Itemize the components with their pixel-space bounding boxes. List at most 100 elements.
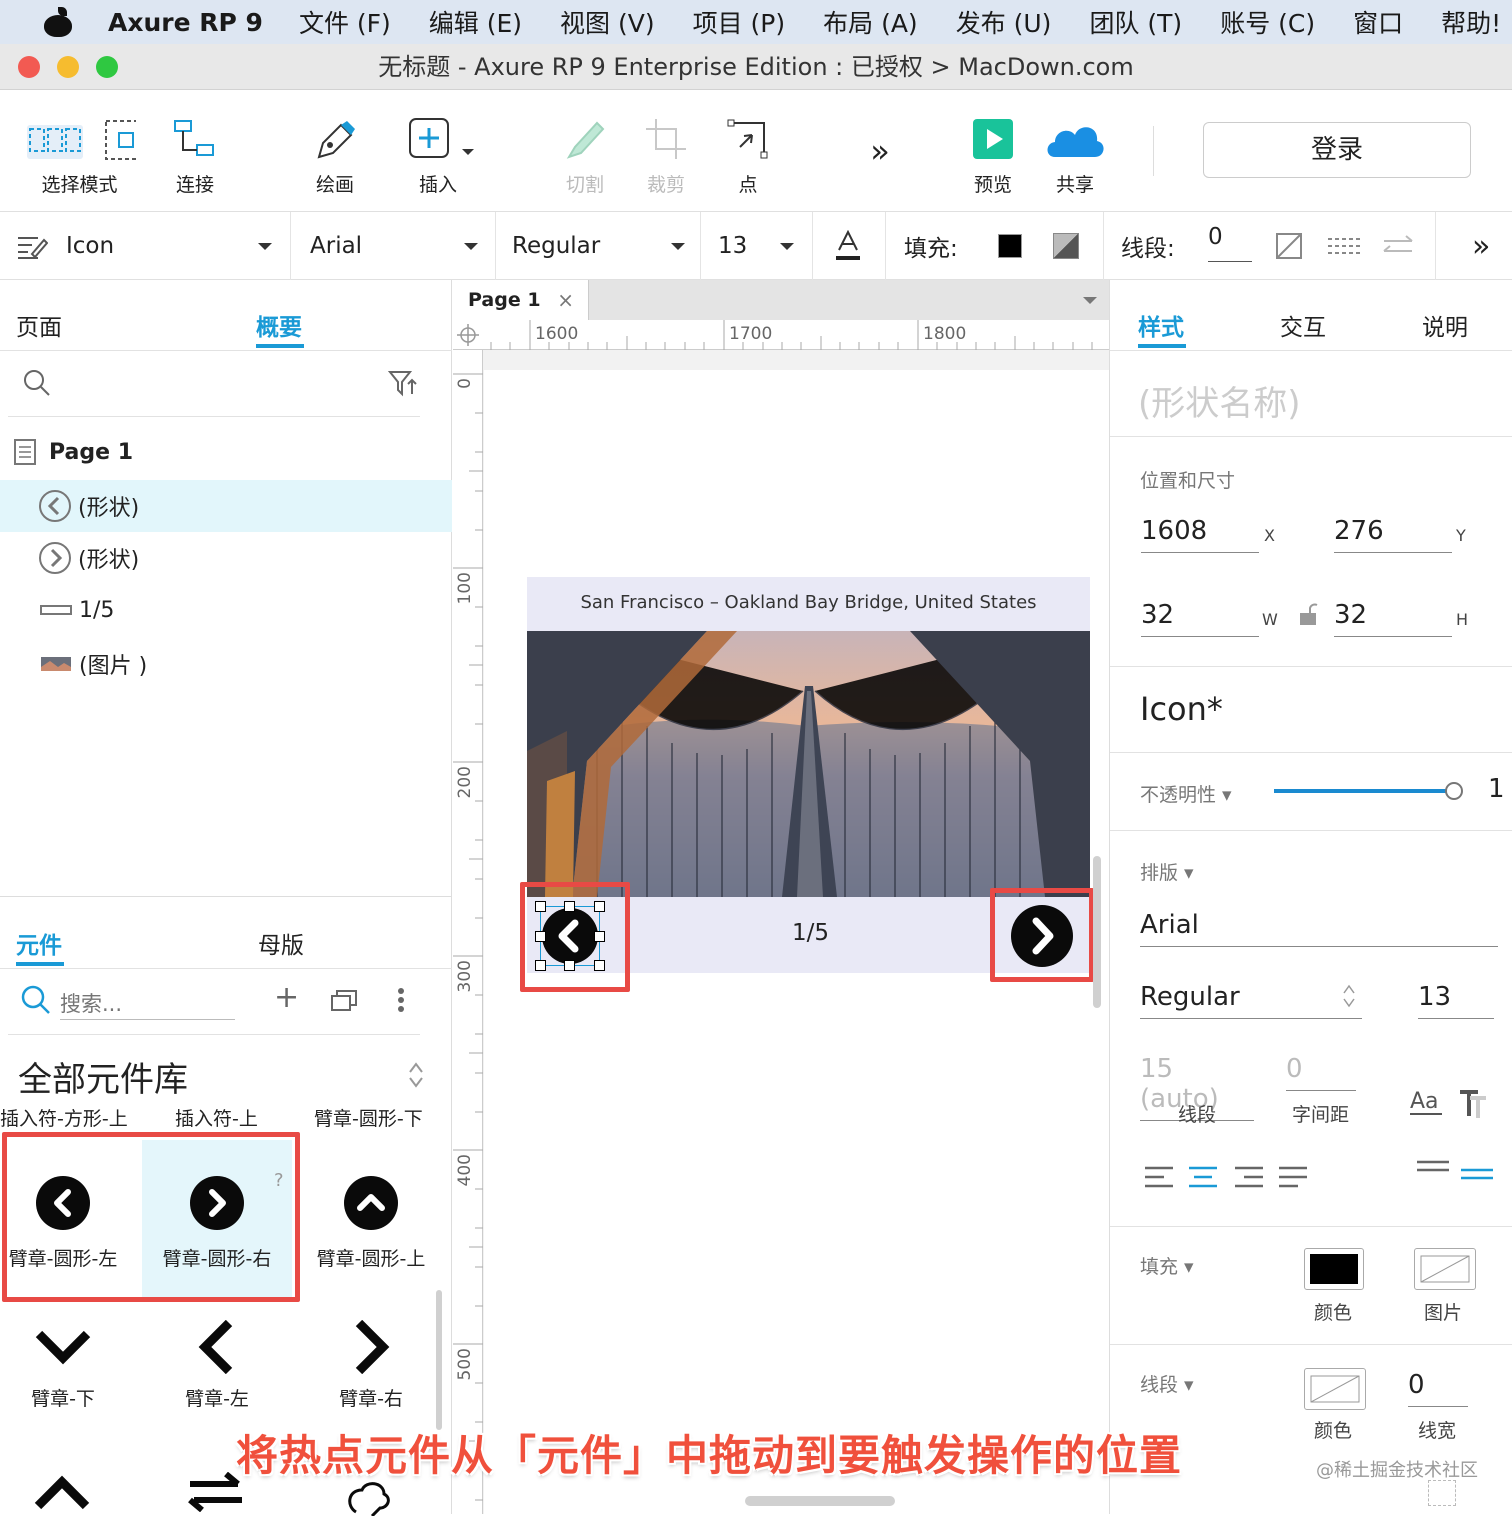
widget-scrollbar[interactable] bbox=[436, 1290, 442, 1430]
tree-image[interactable]: (图片 ) bbox=[0, 638, 452, 690]
align-center-icon[interactable] bbox=[1188, 1166, 1218, 1188]
tree-shape-right[interactable]: (形状) bbox=[0, 532, 452, 584]
cut-button[interactable]: 切割 bbox=[550, 90, 620, 212]
menu-account[interactable]: 账号 (C) bbox=[1220, 4, 1315, 40]
library-select[interactable]: 全部元件库 bbox=[18, 1052, 428, 1101]
style-name[interactable]: Icon* bbox=[1140, 690, 1223, 728]
design-canvas[interactable]: San Francisco – Oakland Bay Bridge, Unit… bbox=[484, 370, 1109, 1514]
menu-edit[interactable]: 编辑 (E) bbox=[429, 4, 522, 40]
widget-search-input[interactable] bbox=[60, 988, 235, 1020]
font-weight-select[interactable]: Regular bbox=[512, 212, 687, 280]
tab-notes[interactable]: 说明 bbox=[1422, 308, 1468, 342]
select-mode-button[interactable]: 选择模式 bbox=[12, 90, 147, 212]
crop-button[interactable]: 裁剪 bbox=[631, 90, 701, 212]
fill-color-swatch[interactable] bbox=[998, 212, 1022, 280]
tab-outline[interactable]: 概要 bbox=[256, 315, 302, 341]
point-button[interactable]: 点 bbox=[713, 90, 783, 212]
opacity-label[interactable]: 不透明性 ▾ bbox=[1140, 780, 1232, 807]
menu-team[interactable]: 团队 (T) bbox=[1089, 4, 1182, 40]
copy-library-icon[interactable] bbox=[330, 988, 358, 1012]
font-weight-select[interactable]: Regular bbox=[1140, 982, 1362, 1019]
x-input[interactable]: 1608 bbox=[1141, 516, 1259, 553]
shadow-swatch[interactable] bbox=[1053, 212, 1079, 280]
format-more-icon[interactable]: » bbox=[1472, 212, 1490, 280]
tab-masters[interactable]: 母版 bbox=[258, 926, 304, 960]
menu-project[interactable]: 项目 (P) bbox=[693, 4, 786, 40]
valign-middle-icon[interactable] bbox=[1460, 1166, 1494, 1182]
close-tab-icon[interactable]: × bbox=[557, 280, 574, 320]
fill-section-label[interactable]: 填充 ▾ bbox=[1140, 1252, 1194, 1279]
tab-style[interactable]: 样式 bbox=[1138, 315, 1184, 341]
font-family-select[interactable]: Arial bbox=[310, 212, 480, 280]
opacity-slider[interactable] bbox=[1274, 789, 1454, 793]
widget-badge-circle-up[interactable]: 臂章-圆形-上 bbox=[296, 1176, 446, 1326]
menu-view[interactable]: 视图 (V) bbox=[560, 4, 655, 40]
style-select[interactable]: Icon bbox=[16, 212, 278, 280]
tab-pages[interactable]: 页面 bbox=[16, 308, 62, 342]
h-input[interactable]: 32 bbox=[1334, 600, 1452, 637]
w-input[interactable]: 32 bbox=[1141, 600, 1259, 637]
tab-interactions[interactable]: 交互 bbox=[1280, 308, 1326, 342]
widget-badge-down[interactable]: 臂章-下 bbox=[0, 1320, 138, 1470]
slide-image[interactable] bbox=[527, 631, 1090, 897]
draw-button[interactable]: 绘画 bbox=[300, 90, 370, 212]
menu-window[interactable]: 窗口 bbox=[1353, 4, 1403, 40]
preview-button[interactable]: 预览 bbox=[958, 90, 1028, 212]
arrow-style-button[interactable] bbox=[1382, 212, 1414, 280]
fill-color-button[interactable] bbox=[1304, 1248, 1364, 1290]
font-size-select[interactable]: 13 bbox=[718, 212, 796, 280]
font-family-select[interactable]: Arial bbox=[1140, 910, 1498, 947]
text-shadow-icon[interactable] bbox=[1456, 1088, 1486, 1118]
align-right-icon[interactable] bbox=[1234, 1166, 1264, 1188]
shape-name-input[interactable]: (形状名称) bbox=[1138, 376, 1301, 425]
app-menu[interactable]: Axure RP 9 bbox=[108, 8, 263, 37]
menu-publish[interactable]: 发布 (U) bbox=[956, 4, 1052, 40]
insert-button[interactable]: 插入 bbox=[398, 90, 478, 212]
filter-icon[interactable] bbox=[388, 370, 418, 398]
more-options-icon[interactable] bbox=[395, 986, 407, 1014]
y-input[interactable]: 276 bbox=[1334, 516, 1452, 553]
align-left-icon[interactable] bbox=[1144, 1166, 1174, 1188]
dashed-line-icon bbox=[1328, 238, 1360, 254]
canvas-scrollbar-horizontal[interactable] bbox=[745, 1496, 895, 1506]
text-case-icon[interactable]: Aa bbox=[1410, 1086, 1444, 1118]
close-window-button[interactable] bbox=[18, 56, 40, 78]
opacity-slider-handle[interactable] bbox=[1445, 782, 1463, 800]
minimize-window-button[interactable] bbox=[57, 56, 79, 78]
font-size-input[interactable]: 13 bbox=[1418, 982, 1494, 1019]
login-button[interactable]: 登录 bbox=[1203, 122, 1471, 178]
tree-page-1[interactable]: Page 1 bbox=[0, 426, 452, 478]
slide-caption-bar[interactable]: San Francisco – Oakland Bay Bridge, Unit… bbox=[527, 577, 1090, 631]
valign-top-icon[interactable] bbox=[1416, 1160, 1450, 1174]
tab-widgets[interactable]: 元件 bbox=[16, 933, 62, 959]
canvas-scrollbar-vertical[interactable] bbox=[1093, 856, 1101, 1008]
lock-open-icon[interactable] bbox=[1298, 602, 1318, 626]
stroke-width-input[interactable]: 0 bbox=[1408, 1370, 1468, 1407]
stroke-width-input[interactable]: 0 bbox=[1208, 212, 1252, 262]
share-button[interactable]: 共享 bbox=[1040, 90, 1110, 212]
menu-help[interactable]: 帮助! bbox=[1441, 4, 1501, 40]
stroke-color-button[interactable] bbox=[1276, 212, 1302, 280]
align-justify-icon[interactable] bbox=[1278, 1166, 1308, 1188]
page-tab[interactable]: Page 1 × bbox=[453, 280, 589, 320]
typography-label[interactable]: 排版 ▾ bbox=[1140, 858, 1194, 885]
search-icon[interactable] bbox=[22, 368, 52, 398]
opacity-value[interactable]: 1 bbox=[1488, 774, 1505, 804]
tree-text-counter[interactable]: 1/5 bbox=[0, 584, 452, 636]
add-library-icon[interactable]: + bbox=[274, 980, 299, 1015]
toolbar-more-button[interactable]: » bbox=[850, 90, 910, 212]
chevron-up-icon[interactable] bbox=[32, 1470, 92, 1510]
apple-icon[interactable] bbox=[40, 7, 78, 37]
fill-image-button[interactable] bbox=[1414, 1248, 1476, 1290]
tree-shape-left[interactable]: (形状) bbox=[0, 480, 452, 532]
menu-layout[interactable]: 布局 (A) bbox=[823, 4, 918, 40]
stroke-pattern-button[interactable] bbox=[1328, 212, 1360, 280]
menu-file[interactable]: 文件 (F) bbox=[299, 4, 391, 40]
char-spacing-input[interactable]: 0 bbox=[1286, 1054, 1356, 1091]
stroke-color-button[interactable] bbox=[1304, 1368, 1366, 1410]
font-color-button[interactable] bbox=[834, 212, 864, 280]
stroke-section-label[interactable]: 线段 ▾ bbox=[1140, 1370, 1194, 1397]
zoom-window-button[interactable] bbox=[96, 56, 118, 78]
connect-button[interactable]: 连接 bbox=[160, 90, 230, 212]
tab-list-chevron-icon[interactable] bbox=[1083, 297, 1097, 304]
